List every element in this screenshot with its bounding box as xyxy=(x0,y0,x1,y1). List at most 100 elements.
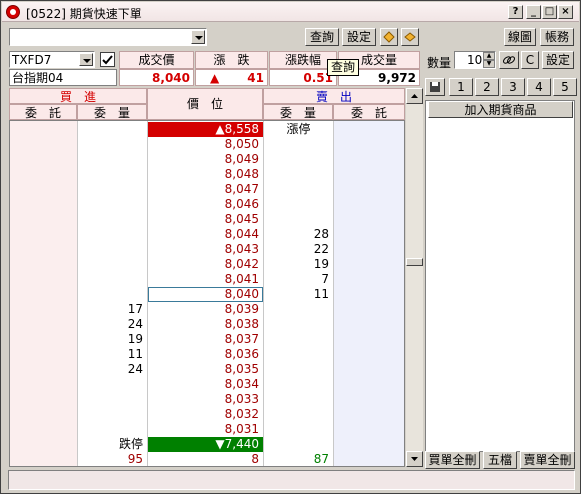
buy-order-cell[interactable] xyxy=(10,182,77,197)
ladder-row[interactable]: 8,043 22 xyxy=(10,242,404,257)
ladder-row[interactable]: 24 8,035 xyxy=(10,362,404,377)
sell-order-cell[interactable] xyxy=(334,152,404,167)
ladder-row[interactable]: 8,042 19 xyxy=(10,257,404,272)
add-futures-button[interactable]: 加入期貨商品 xyxy=(428,101,573,118)
buy-order-cell[interactable] xyxy=(10,347,77,362)
sell-order-cell[interactable] xyxy=(334,362,404,377)
buy-order-cell[interactable] xyxy=(10,422,77,437)
ladder-row[interactable]: 8,048 xyxy=(10,167,404,182)
price-cell[interactable]: 8,037 xyxy=(148,332,263,347)
quick-qty-1-button[interactable]: 1 xyxy=(449,78,473,96)
price-cell[interactable]: 8,034 xyxy=(148,377,263,392)
price-cell[interactable]: 8,043 xyxy=(148,242,263,257)
buy-order-cell[interactable] xyxy=(10,377,77,392)
buy-order-cell[interactable] xyxy=(10,392,77,407)
stepper-down-icon[interactable]: ▼ xyxy=(483,60,495,68)
diamond-down-button[interactable] xyxy=(401,28,419,46)
buy-order-cell[interactable] xyxy=(10,257,77,272)
ladder-row[interactable]: 8,034 xyxy=(10,377,404,392)
quick-qty-4-button[interactable]: 4 xyxy=(527,78,551,96)
buy-order-cell[interactable] xyxy=(10,242,77,257)
price-cell[interactable]: 8,045 xyxy=(148,212,263,227)
buy-order-cell[interactable] xyxy=(10,287,77,302)
link-button[interactable] xyxy=(499,51,519,69)
sell-order-cell[interactable] xyxy=(334,272,404,287)
qty-settings-button[interactable]: 設定 xyxy=(542,51,574,69)
close-button[interactable]: × xyxy=(558,5,573,19)
ladder-row[interactable]: 8,033 xyxy=(10,392,404,407)
price-cell[interactable]: 8,036 xyxy=(148,347,263,362)
sell-order-cell[interactable] xyxy=(334,257,404,272)
ladder-row[interactable]: 8,046 xyxy=(10,197,404,212)
sell-order-cell[interactable] xyxy=(334,347,404,362)
ladder-row[interactable]: 8,045 xyxy=(10,212,404,227)
symbol-search-combo[interactable] xyxy=(9,28,207,46)
chart-button[interactable]: 線圖 xyxy=(504,28,536,46)
sell-order-cell[interactable] xyxy=(334,197,404,212)
price-cell[interactable]: 8,050 xyxy=(148,137,263,152)
cancel-all-buy-button[interactable]: 買單全刪 xyxy=(425,451,480,469)
sell-order-cell[interactable] xyxy=(334,242,404,257)
price-cell[interactable]: 8,049 xyxy=(148,152,263,167)
price-cell[interactable]: 8,044 xyxy=(148,227,263,242)
buy-order-cell[interactable] xyxy=(10,362,77,377)
help-button[interactable]: ? xyxy=(508,5,523,19)
sell-order-cell[interactable] xyxy=(334,227,404,242)
buy-order-cell[interactable] xyxy=(10,407,77,422)
ladder-row[interactable]: 8,040 11 xyxy=(10,287,404,302)
buy-order-cell[interactable] xyxy=(10,272,77,287)
minimize-button[interactable]: _ xyxy=(526,5,541,19)
quick-qty-5-button[interactable]: 5 xyxy=(553,78,577,96)
ladder-row[interactable]: 8,041 7 xyxy=(10,272,404,287)
buy-order-cell[interactable] xyxy=(10,302,77,317)
chevron-down-icon[interactable] xyxy=(191,30,205,44)
price-cell[interactable]: 8,040 xyxy=(148,287,263,302)
price-cell[interactable]: 8,035 xyxy=(148,362,263,377)
sell-order-cell[interactable] xyxy=(334,212,404,227)
ladder-row[interactable]: 11 8,036 xyxy=(10,347,404,362)
diamond-up-button[interactable] xyxy=(380,28,398,46)
sell-order-cell[interactable] xyxy=(334,167,404,182)
buy-order-cell[interactable] xyxy=(10,332,77,347)
settings-button[interactable]: 設定 xyxy=(342,28,376,46)
ladder-row[interactable]: 8,049 xyxy=(10,152,404,167)
buy-order-cell[interactable] xyxy=(10,197,77,212)
ladder-row[interactable]: 8,032 xyxy=(10,407,404,422)
chevron-down-icon[interactable] xyxy=(79,53,93,66)
price-cell[interactable]: 8,039 xyxy=(148,302,263,317)
clear-qty-button[interactable]: C xyxy=(521,51,539,69)
query-button[interactable]: 查詢 xyxy=(305,28,339,46)
sell-order-cell[interactable] xyxy=(334,407,404,422)
price-cell[interactable]: 8,048 xyxy=(148,167,263,182)
ladder-row[interactable]: 8,047 xyxy=(10,182,404,197)
price-cell[interactable]: 8,047 xyxy=(148,182,263,197)
sell-order-cell[interactable] xyxy=(334,302,404,317)
five-levels-button[interactable]: 五檔 xyxy=(483,451,517,469)
price-cell[interactable]: 8,031 xyxy=(148,422,263,437)
stepper-up-icon[interactable]: ▲ xyxy=(483,52,495,60)
maximize-button[interactable]: □ xyxy=(542,5,557,19)
sell-order-cell[interactable] xyxy=(334,377,404,392)
sell-order-cell[interactable] xyxy=(334,137,404,152)
sell-order-cell[interactable] xyxy=(334,182,404,197)
sell-order-cell[interactable] xyxy=(334,287,404,302)
account-button[interactable]: 帳務 xyxy=(540,28,574,46)
price-cell[interactable]: 8,042 xyxy=(148,257,263,272)
ladder-row[interactable]: 17 8,039 xyxy=(10,302,404,317)
ladder-row[interactable]: 8,050 xyxy=(10,137,404,152)
quick-qty-2-button[interactable]: 2 xyxy=(475,78,499,96)
sell-order-cell[interactable] xyxy=(334,422,404,437)
price-cell[interactable]: 8,038 xyxy=(148,317,263,332)
buy-order-cell[interactable] xyxy=(10,317,77,332)
buy-order-cell[interactable] xyxy=(10,212,77,227)
price-cell[interactable]: 8,032 xyxy=(148,407,263,422)
contract-select[interactable]: TXFD7 xyxy=(9,51,95,68)
quantity-stepper[interactable]: 10 ▲ ▼ xyxy=(454,51,496,69)
ladder-scrollbar[interactable] xyxy=(406,88,423,467)
ladder-row[interactable]: 8,031 xyxy=(10,422,404,437)
price-cell[interactable]: 8,033 xyxy=(148,392,263,407)
price-cell[interactable]: 8,041 xyxy=(148,272,263,287)
ladder-row[interactable]: 8,044 28 xyxy=(10,227,404,242)
sell-order-cell[interactable] xyxy=(334,392,404,407)
scroll-thumb[interactable] xyxy=(406,258,423,266)
